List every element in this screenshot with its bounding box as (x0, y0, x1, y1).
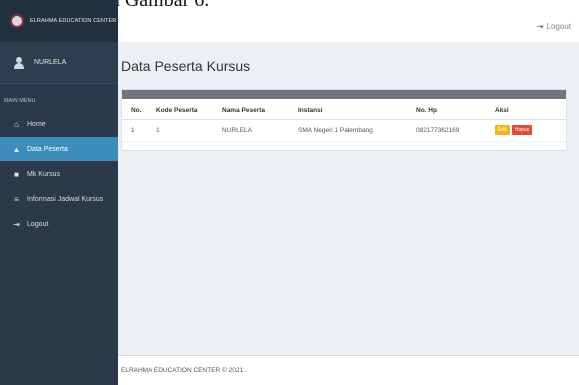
sidebar-item-informasi-jadwal[interactable]: ≡ Informasi Jadwal Kursus (0, 187, 118, 211)
column-header-aksi: Aksi (495, 99, 566, 120)
main-content: Data Peserta Kursus No. Kode Peserta Nam… (118, 42, 579, 385)
sidebar-item-home[interactable]: ⌂ Home (0, 112, 118, 136)
table-panel: No. Kode Peserta Nama Peserta Instansi N… (121, 89, 567, 151)
sidebar-item-mk-kursus[interactable]: ■ Mk Kursus (0, 162, 118, 186)
column-header-hp: No. Hp (416, 99, 495, 120)
list-icon: ≡ (14, 194, 19, 204)
sidebar-item-logout[interactable]: ⇥ Logout (0, 212, 118, 236)
home-icon: ⌂ (14, 119, 19, 129)
delete-button[interactable]: Hapus (511, 125, 533, 135)
column-header-instansi: Instansi (298, 99, 416, 120)
sidebar-item-label: Informasi Jadwal Kursus (27, 195, 104, 203)
cell-hp: 082177362169 (416, 119, 495, 142)
logout-label: Logout (546, 22, 571, 31)
user-panel: NURLELA (0, 42, 118, 84)
panel-header (122, 90, 566, 99)
book-icon: ■ (14, 169, 19, 179)
edit-button[interactable]: Edit (495, 125, 510, 135)
sidebar-item-label: Mk Kursus (27, 170, 61, 178)
footer-text: ELRAHMA EDUCATION CENTER © 2021 . (121, 367, 247, 374)
logout-icon: ⇥ (13, 219, 20, 229)
sidebar-item-data-peserta[interactable]: ▲ Data Peserta (0, 137, 118, 161)
logout-icon: ⇥ (536, 22, 544, 31)
brand-name: ELRAHMA EDUCATION CENTER (30, 18, 117, 24)
brand-logo-icon (10, 14, 24, 28)
table-header-row: No. Kode Peserta Nama Peserta Instansi N… (122, 99, 566, 120)
footer: ELRAHMA EDUCATION CENTER © 2021 . (118, 355, 579, 385)
cell-nama: NURLELA (222, 119, 298, 142)
cell-aksi: Edit Hapus (495, 119, 566, 142)
user-icon: ▲ (12, 144, 21, 154)
cell-no: 1 (122, 119, 156, 142)
brand[interactable]: ELRAHMA EDUCATION CENTER (0, 0, 118, 42)
column-header-no: No. (122, 99, 156, 120)
cell-kode: 1 (156, 119, 222, 142)
cell-instansi: SMA Negeri 1 Palembang (298, 119, 416, 142)
menu-heading: MAIN MENU (4, 98, 36, 104)
user-name: NURLELA (34, 59, 67, 66)
participants-table: No. Kode Peserta Nama Peserta Instansi N… (122, 99, 566, 142)
sidebar-item-label: Logout (27, 220, 49, 228)
top-navbar: ELRAHMA EDUCATION CENTER ⇥ Logout (0, 0, 579, 42)
logout-link-top[interactable]: ⇥ Logout (537, 22, 571, 31)
column-header-nama: Nama Peserta (222, 99, 298, 120)
page-title: Data Peserta Kursus (121, 58, 251, 74)
sidebar-item-label: Data Peserta (27, 145, 68, 153)
sidebar: NURLELA MAIN MENU ⌂ Home ▲ Data Peserta … (0, 42, 118, 385)
column-header-kode: Kode Peserta (156, 99, 222, 120)
user-avatar-icon (14, 56, 24, 69)
table-row: 1 1 NURLELA SMA Negeri 1 Palembang 08217… (122, 119, 566, 142)
sidebar-item-label: Home (27, 120, 46, 128)
